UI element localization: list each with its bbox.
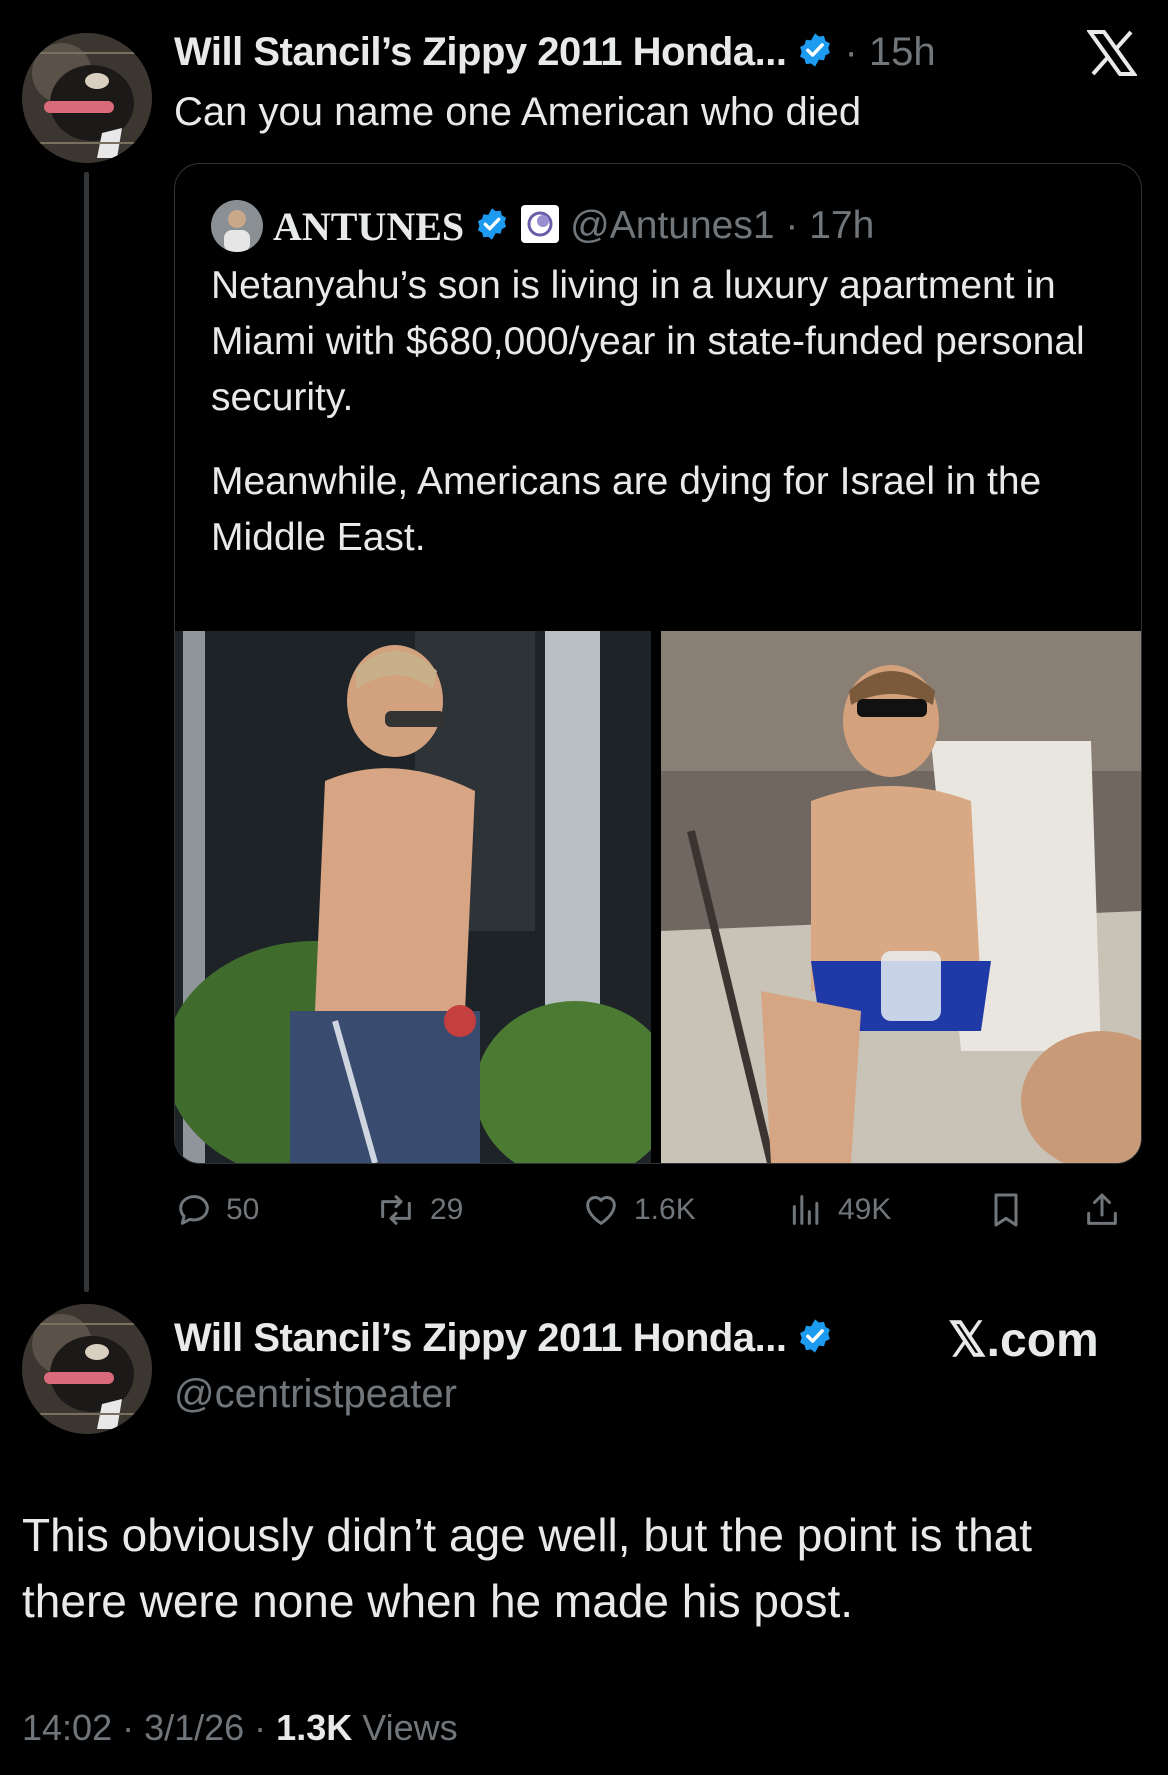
bookmark-icon	[986, 1190, 1026, 1230]
quote-photo-right[interactable]	[661, 631, 1141, 1163]
repost-count: 29	[430, 1193, 464, 1226]
thread-line	[84, 172, 89, 1292]
like-button[interactable]: 1.6K	[580, 1190, 696, 1230]
avatar-will-stancil[interactable]	[22, 33, 152, 163]
views-icon	[786, 1190, 826, 1230]
verified-badge-icon	[796, 31, 834, 74]
quote-handle-time: @Antunes1 · 17h	[570, 204, 875, 247]
repost-icon	[374, 1190, 418, 1230]
main-post-text: This obviously didn’t age well, but the …	[22, 1509, 1033, 1627]
top-post-time: · 15h	[844, 30, 936, 74]
x-com-brand: 𝕏.com	[948, 1314, 1099, 1367]
bookmark-button[interactable]	[986, 1190, 1026, 1230]
reply-button[interactable]: 50	[174, 1190, 259, 1230]
verified-badge-icon	[474, 206, 510, 247]
quote-photo-left[interactable]	[175, 631, 651, 1163]
main-post-footer: 14:02 · 3/1/26 · 1.3K Views	[22, 1707, 458, 1749]
reply-icon	[174, 1190, 214, 1230]
views-label: Views	[352, 1707, 458, 1748]
like-icon	[580, 1190, 622, 1230]
main-post-header: Will Stancil’s Zippy 2011 Honda...	[174, 1316, 834, 1361]
action-bar: 50 29 1.6K 49K	[174, 1182, 1140, 1242]
reply-count: 50	[226, 1193, 260, 1226]
quote-display-name[interactable]: ANTUNES	[273, 203, 464, 250]
views-count: 49K	[838, 1193, 892, 1226]
main-post-handle[interactable]: @centristpeater	[174, 1372, 457, 1417]
like-count: 1.6K	[634, 1193, 696, 1226]
top-post-text: Can you name one American who died	[174, 90, 862, 134]
quote-text-2: Meanwhile, Americans are dying for Israe…	[211, 460, 1042, 559]
quote-avatar[interactable]	[211, 200, 263, 252]
main-post-display-name[interactable]: Will Stancil’s Zippy 2011 Honda...	[174, 1316, 787, 1361]
quoted-post-card[interactable]: ANTUNES @Antunes1 · 17h Netanyahu’s son …	[174, 163, 1142, 1164]
avatar-will-stancil[interactable]	[22, 1304, 152, 1434]
repost-button[interactable]: 29	[374, 1190, 463, 1230]
quote-text-1: Netanyahu’s son is living in a luxury ap…	[211, 264, 1085, 419]
affiliate-badge-icon	[520, 204, 560, 249]
verified-badge-icon	[796, 1317, 834, 1360]
x-logo-icon	[1086, 30, 1138, 81]
top-post-header: Will Stancil’s Zippy 2011 Honda... · 15h	[174, 30, 936, 75]
share-icon	[1082, 1190, 1122, 1230]
top-post-display-name[interactable]: Will Stancil’s Zippy 2011 Honda...	[174, 30, 787, 75]
view-count: 1.3K	[276, 1707, 353, 1748]
views-button[interactable]: 49K	[786, 1190, 891, 1230]
share-button[interactable]	[1082, 1190, 1122, 1230]
quote-header: ANTUNES @Antunes1 · 17h	[211, 200, 874, 252]
post-timestamp[interactable]: 14:02 · 3/1/26 ·	[22, 1707, 276, 1748]
